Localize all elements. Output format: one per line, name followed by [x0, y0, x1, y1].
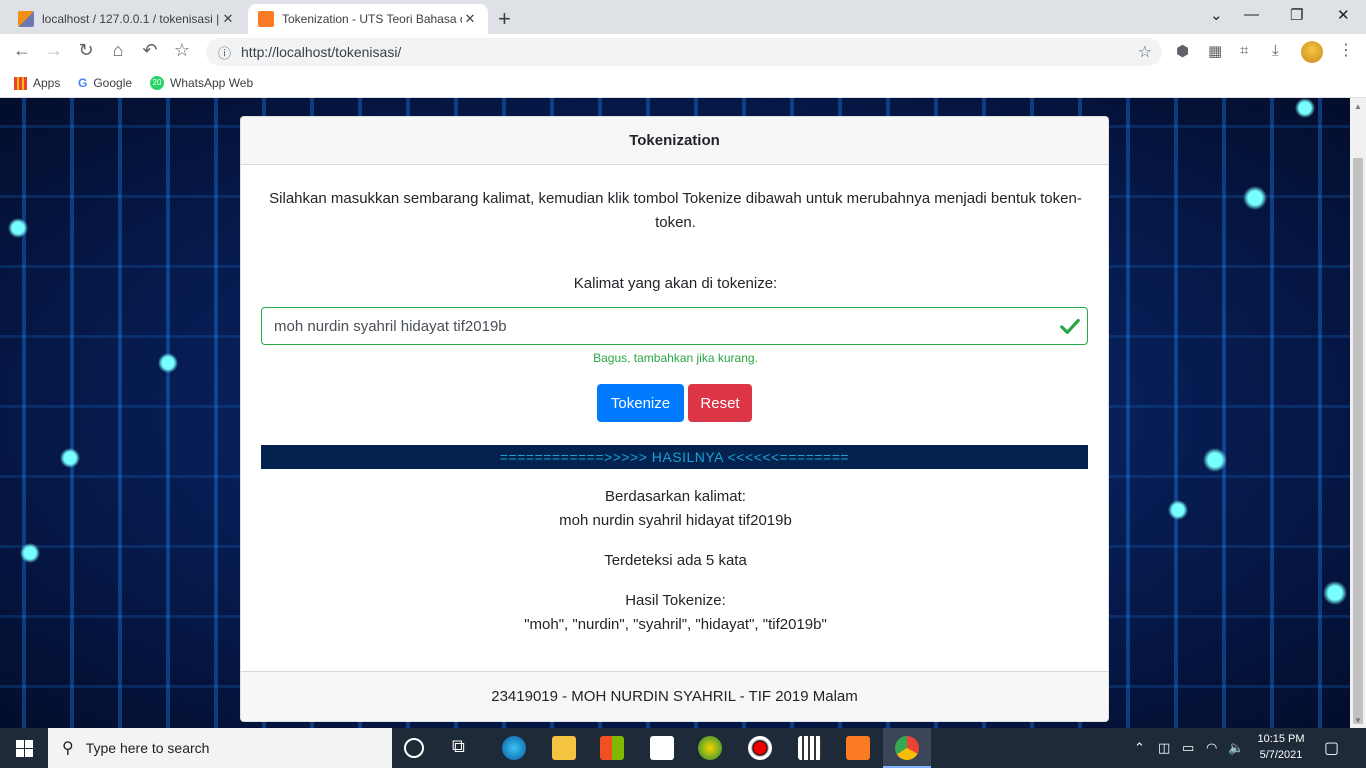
sentence-input[interactable]	[261, 307, 1088, 345]
xampp-taskbar-icon[interactable]	[846, 736, 870, 760]
crop-icon[interactable]: ⌗	[1240, 42, 1248, 59]
video-editor-icon[interactable]	[798, 736, 822, 760]
page-viewport: Tokenization Silahkan masukkan sembarang…	[0, 98, 1350, 728]
tab-title: localhost / 127.0.0.1 / tokenisasi |	[42, 12, 220, 26]
tray-chevron-icon[interactable]: ⌃	[1134, 740, 1145, 756]
tokenization-card: Tokenization Silahkan masukkan sembarang…	[240, 116, 1109, 722]
google-icon: G	[78, 76, 88, 90]
close-icon[interactable]: ✕	[220, 11, 236, 27]
chrome-icon	[895, 736, 919, 760]
input-label: Kalimat yang akan di tokenize:	[573, 275, 778, 292]
menu-icon[interactable]: ⋮	[1338, 40, 1354, 60]
tab-phpmyadmin[interactable]: localhost / 127.0.0.1 / tokenisasi | ✕	[8, 4, 246, 34]
extension-icon[interactable]: ⬢	[1176, 42, 1189, 60]
clock-date: 5/7/2021	[1259, 749, 1303, 761]
valid-feedback: Bagus, tambahkan jika kurang.	[593, 351, 758, 365]
card-header: Tokenization	[241, 117, 1108, 165]
result-banner: ============>>>>> HASILNYA <<<<<<=======…	[261, 445, 1088, 469]
scroll-up-icon[interactable]: ▲	[1354, 102, 1362, 111]
reset-button[interactable]: Reset	[688, 384, 752, 422]
bookmark-label: Google	[93, 76, 133, 90]
based-on-label: Berdasarkan kalimat:	[605, 488, 746, 505]
chrome-taskbar-button[interactable]	[883, 728, 931, 768]
search-icon: ⚲	[62, 740, 74, 757]
intro-text: Silahkan masukkan sembarang kalimat, kem…	[269, 190, 1082, 231]
undo-icon[interactable]: ↶	[138, 40, 162, 61]
record-icon[interactable]	[748, 736, 772, 760]
cortana-icon[interactable]	[404, 738, 424, 758]
windows-taskbar: ⚲ Type here to search ⧉ ⌃ ◫ ▭ ◠ 🔈 10:15 …	[0, 728, 1366, 768]
battery-icon[interactable]: ▭	[1182, 740, 1194, 756]
bookmark-page-icon[interactable]: ☆	[1138, 42, 1152, 62]
windows-logo-icon	[15, 739, 33, 757]
mail-icon[interactable]	[650, 736, 674, 760]
based-on-value: moh nurdin syahril hidayat tif2019b	[559, 512, 792, 529]
taskbar-search[interactable]: ⚲ Type here to search	[48, 728, 392, 768]
site-info-icon[interactable]: ⓘ	[218, 43, 231, 62]
tokens-value: "moh", "nurdin", "syahril", "hidayat", "…	[524, 616, 827, 633]
url-text[interactable]: http://localhost/tokenisasi/	[241, 44, 401, 60]
search-placeholder: Type here to search	[85, 740, 210, 756]
bookmark-apps[interactable]: Apps	[14, 76, 60, 90]
home-icon[interactable]: ⌂	[106, 40, 130, 61]
notification-icon[interactable]: ▢	[1324, 738, 1339, 758]
new-tab-button[interactable]: +	[498, 6, 511, 32]
bookmarks-bar: Apps G Google 20 WhatsApp Web	[0, 70, 1366, 98]
file-explorer-icon[interactable]	[552, 736, 576, 760]
extension-grid-icon[interactable]: ▦	[1208, 42, 1222, 60]
download-icon[interactable]: ⤓	[1272, 42, 1279, 59]
back-icon[interactable]: ←	[10, 40, 34, 61]
card-footer: 23419019 - MOH NURDIN SYAHRIL - TIF 2019…	[241, 671, 1108, 721]
task-view-icon[interactable]: ⧉	[452, 736, 476, 760]
bookmark-label: Apps	[33, 76, 61, 90]
address-bar[interactable]: ⓘ http://localhost/tokenisasi/ ☆	[206, 38, 1162, 66]
profile-avatar[interactable]	[1301, 41, 1323, 63]
tab-tokenization[interactable]: Tokenization - UTS Teori Bahasa d ✕	[248, 4, 488, 34]
scroll-down-icon[interactable]: ▼	[1354, 716, 1362, 725]
phpmyadmin-icon	[18, 11, 34, 27]
page-scrollbar[interactable]: ▲ ▼	[1350, 98, 1366, 728]
store-icon[interactable]	[600, 736, 624, 760]
whatsapp-icon: 20	[150, 76, 164, 90]
clock-time: 10:15 PM	[1257, 733, 1305, 745]
app-globe-icon[interactable]	[698, 736, 722, 760]
bookmark-label: WhatsApp Web	[170, 76, 254, 90]
minimize-button[interactable]: —	[1244, 6, 1259, 23]
forward-icon[interactable]: →	[42, 40, 66, 61]
browser-toolbar: ← → ↻ ⌂ ↶ ☆ ⓘ http://localhost/tokenisas…	[0, 34, 1366, 70]
close-icon[interactable]: ✕	[462, 11, 478, 27]
volume-icon[interactable]: 🔈	[1228, 740, 1244, 756]
tab-search-icon[interactable]: ⌄	[1210, 6, 1223, 24]
bookmark-star-icon[interactable]: ☆	[170, 40, 194, 61]
reload-icon[interactable]: ↻	[74, 40, 98, 61]
apps-grid-icon	[14, 76, 27, 90]
wifi-icon[interactable]: ◠	[1206, 740, 1217, 756]
start-button[interactable]	[0, 728, 48, 768]
word-count-text: Terdeteksi ada 5 kata	[604, 552, 747, 569]
system-clock[interactable]: 10:15 PM 5/7/2021	[1250, 731, 1312, 763]
xampp-icon	[258, 11, 274, 27]
tokens-label: Hasil Tokenize:	[625, 592, 726, 609]
tab-title: Tokenization - UTS Teori Bahasa d	[282, 12, 462, 26]
tokenize-button[interactable]: Tokenize	[597, 384, 684, 422]
close-window-button[interactable]: ✕	[1337, 6, 1350, 24]
browser-tab-bar: localhost / 127.0.0.1 / tokenisasi | ✕ T…	[0, 0, 1366, 34]
valid-check-icon	[1060, 318, 1080, 335]
bookmark-google[interactable]: G Google	[78, 76, 132, 90]
maximize-button[interactable]: ❐	[1290, 6, 1303, 24]
bookmark-whatsapp[interactable]: 20 WhatsApp Web	[150, 76, 253, 90]
meet-now-icon[interactable]: ◫	[1158, 740, 1170, 756]
scrollbar-thumb[interactable]	[1353, 158, 1363, 724]
edge-icon[interactable]	[502, 736, 526, 760]
